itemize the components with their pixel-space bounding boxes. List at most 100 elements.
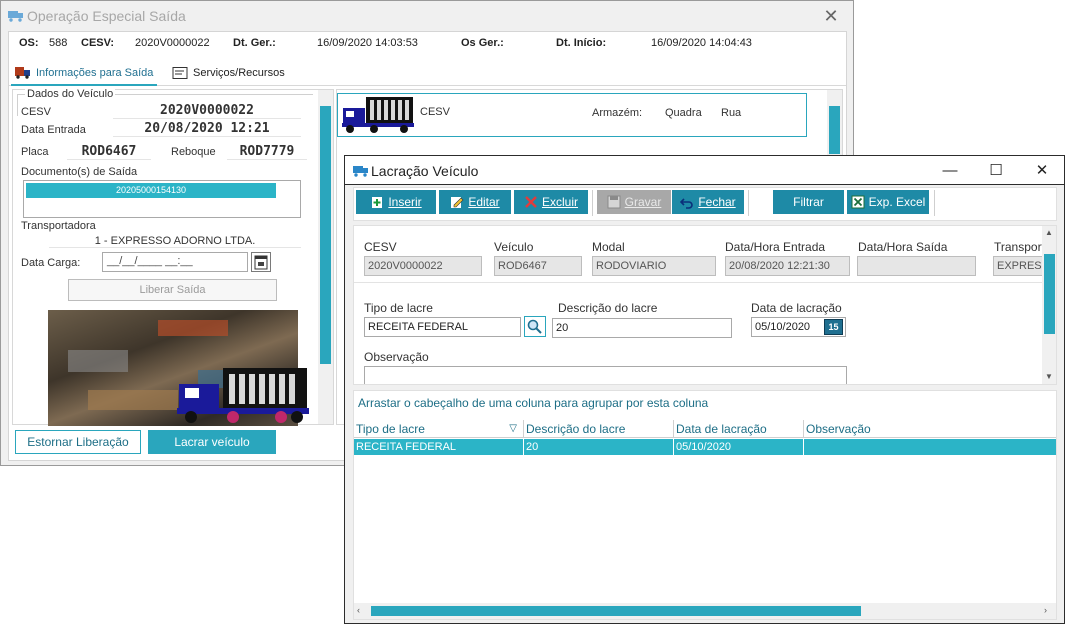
fechar-button[interactable]: Fechar [672, 190, 744, 214]
descricao-input[interactable]: 20 [552, 318, 732, 338]
left-panel-scrollbar[interactable] [318, 90, 333, 424]
table-row[interactable]: RECEITA FEDERAL 20 05/10/2020 [354, 439, 1056, 455]
scrollbar-thumb[interactable] [320, 106, 331, 364]
calendar-icon[interactable]: 15 [824, 319, 843, 335]
observacao-label: Observação [364, 350, 429, 364]
excluir-label: Excluir [541, 195, 578, 209]
gravar-button[interactable]: Gravar [597, 190, 671, 214]
seal-form: CESV 2020V0000022 Veículo ROD6467 Modal … [353, 225, 1057, 385]
lacracao-veiculo-window: Lacração Veículo — ☐ ✕ Inserir Editar Ex… [344, 155, 1065, 624]
dt-inicio-label: Dt. Início: [556, 37, 607, 49]
scrollbar-thumb[interactable] [371, 606, 861, 616]
grid-horizontal-scrollbar[interactable]: ‹ › [354, 603, 1056, 619]
photo-container [68, 350, 128, 372]
cesv-label: CESV [364, 240, 397, 254]
toolbar: Inserir Editar Excluir Gravar Fechar Fil… [353, 187, 1057, 221]
filter-icon[interactable]: ▽ [509, 420, 517, 438]
tipo-lacre-label: Tipo de lacre [364, 301, 433, 315]
dt-ger-label: Dt. Ger.: [233, 37, 276, 49]
docs-list-row[interactable]: 20205000154130 [26, 183, 276, 198]
window-body: Inserir Editar Excluir Gravar Fechar Fil… [345, 185, 1064, 623]
scroll-left-icon[interactable]: ‹ [357, 605, 360, 615]
dh-saida-field[interactable] [857, 256, 976, 276]
truck-icon [8, 11, 23, 22]
scrollbar-thumb[interactable] [829, 106, 840, 154]
os-ger-label: Os Ger.: [461, 37, 504, 49]
exp-excel-label: Exp. Excel [868, 195, 926, 209]
transportadora-field[interactable]: EXPRESS [993, 256, 1043, 276]
lacrar-veiculo-button[interactable]: Lacrar veículo [148, 430, 276, 454]
docs-list[interactable]: 20205000154130 [23, 180, 301, 218]
truck-icon [342, 97, 414, 133]
cell-tipo-lacre[interactable]: RECEITA FEDERAL [354, 439, 524, 455]
data-entrada-label: Data Entrada [21, 124, 86, 136]
veiculo-field[interactable]: ROD6467 [494, 256, 582, 276]
save-icon [607, 195, 621, 209]
scroll-down-icon[interactable]: ▼ [1045, 372, 1053, 381]
vehicle-data-panel: Dados do Veículo CESV 2020V0000022 Data … [12, 88, 334, 426]
minimize-icon[interactable]: — [927, 156, 973, 186]
cell-observacao[interactable] [804, 439, 1056, 455]
group-title: Dados do Veículo [25, 88, 116, 100]
cell-data-lacracao[interactable]: 05/10/2020 [674, 439, 804, 455]
placa-value: ROD6467 [67, 144, 151, 160]
reboque-label: Reboque [171, 146, 216, 158]
inserir-button[interactable]: Inserir [356, 190, 436, 214]
close-icon[interactable]: ✕ [1019, 156, 1065, 186]
liberar-saida-button[interactable]: Liberar Saída [68, 279, 277, 301]
column-header-observacao[interactable]: Observação [804, 420, 1056, 438]
dt-inicio-value: 16/09/2020 14:04:43 [651, 37, 752, 49]
fechar-label: Fechar [698, 195, 736, 209]
scrollbar-thumb[interactable] [1044, 254, 1055, 334]
calendar-icon[interactable] [251, 252, 271, 272]
estornar-liberacao-button[interactable]: Estornar Liberação [15, 430, 141, 454]
filtrar-label: Filtrar [793, 195, 824, 209]
tab-label: Serviços/Recursos [193, 67, 285, 79]
cesv-label: CESV [21, 106, 51, 118]
tipo-lacre-input[interactable]: RECEITA FEDERAL [364, 317, 521, 337]
dh-entrada-field[interactable]: 20/08/2020 12:21:30 [725, 256, 850, 276]
modal-label: Modal [592, 240, 625, 254]
window-title: Operação Especial Saída [27, 8, 186, 24]
edit-icon [451, 197, 464, 208]
cesv-card[interactable]: CESV Armazém: Quadra Rua [337, 93, 807, 137]
window-title-bar[interactable]: Lacração Veículo — ☐ ✕ [344, 155, 1065, 185]
cell-descricao[interactable]: 20 [524, 439, 674, 455]
window-title-bar[interactable]: Operação Especial Saída ✕ [1, 1, 853, 31]
column-header-label: Tipo de lacre [356, 422, 425, 436]
excluir-button[interactable]: Excluir [514, 190, 588, 214]
observacao-input[interactable] [364, 366, 847, 384]
scroll-right-icon[interactable]: › [1044, 605, 1047, 615]
document-icon [172, 67, 188, 79]
data-entrada-value: 20/08/2020 12:21 [113, 121, 301, 137]
insert-icon [372, 197, 383, 208]
column-header-data-lacracao[interactable]: Data de lacração [674, 420, 804, 438]
editar-label: Editar [468, 195, 500, 209]
quadra-label: Quadra [665, 107, 702, 119]
column-header-descricao[interactable]: Descrição do lacre [524, 420, 674, 438]
docs-label: Documento(s) de Saída [21, 166, 138, 178]
modal-field[interactable]: RODOVIARIO [592, 256, 716, 276]
filtrar-button[interactable]: Filtrar [773, 190, 844, 214]
placa-label: Placa [21, 146, 49, 158]
cesv-value: 2020V0000022 [135, 37, 210, 49]
transportadora-label: Transport [994, 240, 1045, 254]
scroll-up-icon[interactable]: ▲ [1045, 228, 1053, 237]
search-icon[interactable] [524, 316, 546, 337]
column-header-tipo-lacre[interactable]: Tipo de lacre ▽ [354, 420, 524, 438]
data-carga-input[interactable]: __/__/____ __:__ [102, 252, 248, 272]
maximize-icon[interactable]: ☐ [973, 156, 1019, 186]
tab-informacoes-saida[interactable]: Informações para Saída [11, 62, 157, 86]
tab-servicos-recursos[interactable]: Serviços/Recursos [168, 62, 308, 86]
cesv-field[interactable]: 2020V0000022 [364, 256, 482, 276]
group-by-hint: Arrastar o cabeçalho de uma coluna para … [358, 396, 709, 410]
close-icon[interactable]: ✕ [819, 5, 843, 27]
cesv-label: CESV: [81, 37, 115, 49]
exp-excel-button[interactable]: Exp. Excel [847, 190, 929, 214]
delete-icon [525, 196, 537, 208]
editar-button[interactable]: Editar [439, 190, 511, 214]
data-carga-label: Data Carga: [21, 257, 81, 269]
form-scrollbar[interactable]: ▲ ▼ [1042, 226, 1056, 384]
excel-icon [851, 195, 865, 209]
photo-container [158, 320, 228, 336]
